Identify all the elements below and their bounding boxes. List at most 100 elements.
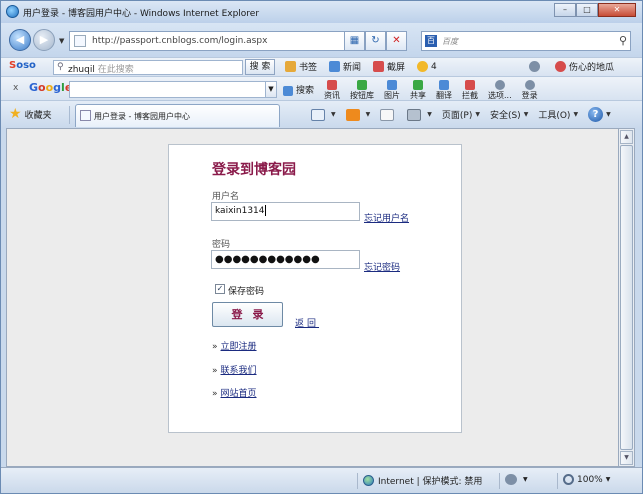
close-button[interactable]: ✕: [598, 3, 636, 17]
security-zone[interactable]: Internet | 保护模式: 禁用: [363, 474, 482, 487]
screenshot-icon: [373, 61, 385, 72]
mail-button[interactable]: [380, 107, 397, 122]
window-title: 用户登录 - 博客园用户中心 - Windows Internet Explor…: [23, 9, 260, 19]
scroll-down-icon[interactable]: ▼: [620, 451, 633, 465]
google-share-button[interactable]: 共享: [410, 80, 426, 100]
scroll-thumb[interactable]: [620, 145, 633, 450]
vertical-scrollbar[interactable]: ▲ ▼: [619, 128, 635, 467]
stop-button[interactable]: ✕: [386, 31, 407, 51]
minimize-button[interactable]: –: [554, 3, 576, 17]
title-bar[interactable]: 用户登录 - 博客园用户中心 - Windows Internet Explor…: [1, 1, 642, 23]
google-options-button[interactable]: 选项...: [488, 80, 512, 100]
popup-icon: [505, 474, 517, 485]
google-signin-button[interactable]: 登录: [522, 80, 538, 100]
address-row: ◀ ▶ ▼ http://passport.cnblogs.com/login.…: [1, 23, 642, 57]
tab-title: 用户登录 - 博客园用户中心: [94, 112, 190, 121]
remember-password-checkbox[interactable]: ✓: [215, 284, 225, 294]
google-search-button[interactable]: 搜索: [283, 83, 314, 100]
soso-search-button[interactable]: 搜 索: [245, 59, 275, 75]
address-url[interactable]: http://passport.cnblogs.com/login.aspx: [92, 36, 267, 46]
screenshot-button[interactable]: 截屏: [373, 60, 405, 73]
home-link[interactable]: » 网站首页: [212, 386, 257, 399]
bookmark-icon: [285, 61, 296, 72]
tools-menu[interactable]: 工具(O) ▼: [538, 107, 578, 122]
image-icon: [387, 80, 398, 90]
google-search-dropdown[interactable]: ▼: [265, 81, 277, 98]
page-menu[interactable]: 页面(P) ▼: [442, 107, 480, 122]
star-icon: ★: [9, 106, 22, 122]
back-link[interactable]: 返回: [295, 316, 319, 329]
soso-logo: Soso: [9, 60, 36, 71]
gear-icon: [529, 61, 540, 72]
news-icon: [327, 80, 338, 90]
feeds-button[interactable]: ▼: [345, 107, 370, 122]
search-go-icon[interactable]: ⚲: [619, 34, 627, 47]
remember-password-label: 保存密码: [228, 287, 265, 297]
soso-query: zhuqil: [68, 65, 95, 75]
tab-bar: ★ 收藏夹 用户登录 - 博客园用户中心 ▼ ▼ ▼ 页面(P) ▼ 安全(S) ▼ …: [1, 100, 642, 128]
google-translate-button[interactable]: 翻译: [436, 80, 452, 100]
password-label: 密码: [212, 240, 231, 250]
count-button[interactable]: 4: [417, 60, 437, 73]
google-toolbar-close-button[interactable]: x: [13, 83, 18, 93]
back-button[interactable]: ◀: [9, 29, 31, 51]
page-icon: [80, 110, 91, 121]
contact-link[interactable]: » 联系我们: [212, 363, 257, 376]
google-search-input[interactable]: [69, 81, 267, 98]
soso-user-button[interactable]: 伤心的地瓜: [555, 60, 614, 73]
compatibility-view-button[interactable]: ▦: [344, 31, 365, 51]
soso-toolbar: Soso ⚲ zhuqil 在此搜索 搜 索 书签 新闻 截屏 4 伤心的地瓜: [1, 57, 642, 76]
forgot-username-link[interactable]: 忘记用户名: [364, 211, 409, 224]
address-bar[interactable]: http://passport.cnblogs.com/login.aspx: [69, 31, 369, 51]
help-icon: ?: [588, 107, 604, 122]
register-link[interactable]: » 立即注册: [212, 339, 257, 352]
google-buttons-button[interactable]: 按钮库: [350, 80, 374, 100]
search-icon: [283, 86, 293, 96]
home-button[interactable]: ▼: [311, 107, 336, 122]
history-dropdown-icon[interactable]: ▼: [59, 37, 64, 45]
bookmark-button[interactable]: 书签: [285, 60, 317, 73]
soso-search-input[interactable]: ⚲ zhuqil 在此搜索: [53, 60, 243, 75]
help-button[interactable]: ? ▼: [588, 107, 611, 122]
home-icon: [311, 108, 325, 121]
browser-window: 用户登录 - 博客园用户中心 - Windows Internet Explor…: [0, 0, 643, 494]
soso-user-area: 伤心的地瓜: [529, 60, 626, 73]
zoom-control[interactable]: 100% ▼: [563, 474, 614, 485]
browser-search-box[interactable]: 百 百度 ⚲: [421, 31, 631, 51]
divider: [499, 473, 500, 489]
google-popup-blocker-button[interactable]: 拦截: [462, 80, 478, 100]
password-field[interactable]: ●●●●●●●●●●●●: [211, 250, 360, 269]
safety-menu[interactable]: 安全(S) ▼: [490, 107, 528, 122]
soso-query-hint: 在此搜索: [97, 65, 134, 75]
forward-button[interactable]: ▶: [33, 29, 55, 51]
scroll-up-icon[interactable]: ▲: [620, 130, 633, 144]
google-images-button[interactable]: 图片: [384, 80, 400, 100]
divider: [69, 106, 70, 124]
plus-icon: [357, 80, 368, 90]
search-placeholder: 百度: [442, 37, 458, 46]
status-tools[interactable]: ▼: [505, 474, 532, 485]
page-content: 登录到博客园 用户名 kaixin1314 忘记用户名 密码 ●●●●●●●●●…: [6, 128, 619, 467]
login-title: 登录到博客园: [212, 162, 296, 178]
username-label: 用户名: [212, 192, 240, 202]
divider: [357, 473, 358, 489]
settings-button[interactable]: [529, 60, 543, 73]
username-field[interactable]: kaixin1314: [211, 202, 360, 221]
tab-active[interactable]: 用户登录 - 博客园用户中心: [75, 104, 280, 127]
favorites-button[interactable]: ★ 收藏夹: [9, 107, 52, 121]
login-button[interactable]: 登录: [212, 302, 283, 327]
print-button[interactable]: ▼: [407, 107, 432, 122]
refresh-button[interactable]: ↻: [365, 31, 386, 51]
maximize-button[interactable]: □: [576, 3, 598, 17]
printer-icon: [407, 108, 422, 121]
status-bar: Internet | 保护模式: 禁用 ▼ 100% ▼: [1, 467, 642, 493]
wrench-icon: [494, 80, 505, 90]
google-news-button[interactable]: 资讯: [324, 80, 340, 100]
forgot-password-link[interactable]: 忘记密码: [364, 260, 400, 273]
divider: [557, 473, 558, 489]
mail-icon: [380, 108, 395, 121]
user-icon: [555, 61, 566, 72]
news-button[interactable]: 新闻: [329, 60, 361, 73]
rss-icon: [345, 108, 360, 121]
star-icon: [417, 61, 429, 72]
